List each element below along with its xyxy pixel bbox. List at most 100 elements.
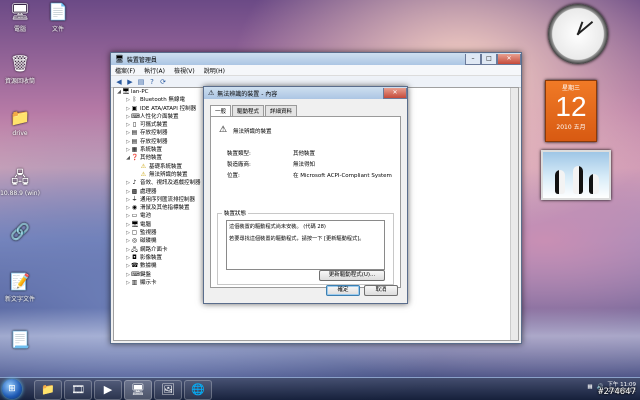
desktop-icon[interactable]: 📄 文件 [38,2,78,33]
tab-details[interactable]: 詳細資料 [265,105,298,116]
back-icon[interactable]: ◀ [115,78,123,86]
calendar-gadget[interactable]: 星期三 12 2010 五月 [545,80,597,142]
desktop-icon-label: 文件 [51,26,64,33]
bluetooth-icon: ᛒ [132,96,137,104]
cancel-button[interactable]: 取消 [364,285,398,296]
device-manager-titlebar[interactable]: 🖥 裝置管理員 – □ ✕ [111,53,521,65]
windows-logo-icon: ⊞ [8,384,16,394]
tab-general[interactable]: 一般 [210,105,232,116]
device-status-group: 裝置狀態 這個裝置的驅動程式尚未安裝。 (代碼 28) 若要尋找這個裝置的驅動程… [217,209,394,285]
tree-node-label: 處理器 [140,188,157,195]
properties-icon[interactable]: ▤ [137,78,145,86]
media-player-icon[interactable]: ▶ [94,380,122,400]
desktop-icon[interactable]: 🖧 10.88.9 (win) [0,168,40,197]
device-status-text[interactable]: 這個裝置的驅動程式尚未安裝。 (代碼 28) 若要尋找這個裝置的驅動程式，請按一… [226,220,385,270]
network-icon: 🖧 [11,168,29,187]
tree-node-label: Bluetooth 無線電 [140,97,185,104]
camera-icon: ◘ [132,253,137,261]
update-driver-button[interactable]: 更新驅動程式(U)... [319,270,385,281]
warning-device-icon: ⚠ [208,89,215,97]
network-icon: 🖧 [131,245,138,253]
clock-gadget[interactable] [548,4,608,64]
tree-node-label: 通用序列匯流排控制器 [140,196,196,203]
photo-icon[interactable]: 🖼 [154,380,182,400]
calendar-year-month: 2010 五月 [556,124,586,131]
computer-icon: 🖥 [131,220,139,228]
help-icon[interactable]: ? [148,78,156,86]
tree-node-label: 系統裝置 [140,147,163,154]
tree-node-label: 數據機 [140,263,157,270]
tree-node-label: 無法辨識的裝置 [149,171,188,178]
manufacturer-label: 製造廠商: [227,162,251,168]
desktop-icon-label: 電腦 [13,26,26,33]
properties-title: 無法辨識的裝置 - 內容 [217,90,278,98]
close-button[interactable]: ✕ [497,53,521,65]
computer-icon: 🖥 [9,2,31,21]
storage-icon: ▤ [131,137,138,145]
desktop-icon[interactable]: 📃 [0,330,40,352]
menu-item[interactable]: 檔案(F) [115,66,135,75]
document-icon: 📄 [48,2,68,21]
tree-node-label: 顯示卡 [140,279,157,286]
windows-explorer-icon[interactable]: 📁 [34,380,62,400]
menu-item[interactable]: 執行(A) [144,66,165,75]
image-watermark: #274647 [598,387,636,397]
scan-icon[interactable]: ⟳ [159,78,167,86]
device-manager-taskbar-icon[interactable]: 🖥 [124,380,152,400]
tree-node-label: 磁碟機 [140,238,157,245]
dialog-close-button[interactable]: ✕ [383,87,407,99]
warning-icon: ⚠ [140,162,147,170]
desktop-icon-label: drive [12,130,28,137]
device-warning-icon: ⚠ [219,125,228,135]
network-tray-icon[interactable]: ▦ [587,384,592,390]
folder-icon: 📁 [10,108,30,127]
penguin-image [555,170,565,194]
desktop-icon[interactable]: 📝 新文字文件 [0,272,40,303]
tree-node-label: 鍵盤 [140,271,152,278]
penguin-image [589,174,599,194]
disk-icon: ◎ [131,237,138,245]
slideshow-gadget[interactable] [541,150,611,200]
tab-driver[interactable]: 驅動程式 [232,105,265,116]
tree-node-label: 滑鼠及其他指標裝置 [140,205,190,212]
start-button[interactable]: ⊞ [2,379,22,399]
device-status-legend: 裝置狀態 [222,209,249,217]
tree-node-label: 存放控制器 [140,138,168,145]
desktop-icon[interactable]: 📁 drive [0,108,40,137]
properties-dialog[interactable]: ⚠ 無法辨識的裝置 - 內容 ✕ 一般 驅動程式 詳細資料 ⚠ 無法辨識的裝置 … [203,86,408,304]
menu-item[interactable]: 檢視(V) [174,66,195,75]
media-center-icon[interactable]: 🎞 [64,380,92,400]
display-icon: ▥ [131,278,138,286]
device-name: 無法辨識的裝置 [233,129,272,135]
tree-scrollbar[interactable] [510,88,518,340]
device-type-label: 裝置類型: [227,151,251,157]
mouse-icon: ◉ [131,204,138,212]
menu-item[interactable]: 說明(H) [204,66,225,75]
maximize-button[interactable]: □ [481,53,497,65]
monitor-icon: ▢ [131,229,138,237]
other-icon: ❓ [131,154,139,162]
device-type-value: 其他裝置 [293,151,316,157]
desktop-icon-label: 新文字文件 [4,296,35,303]
hid-icon: ⌨ [131,112,140,120]
properties-tabs: 一般 驅動程式 詳細資料 [210,105,401,116]
desktop-icon-label: 資源回收筒 [4,78,35,85]
desktop-icon[interactable]: 🗑 資源回收筒 [0,54,40,85]
status-line-1: 這個裝置的驅動程式尚未安裝。 (代碼 28) [229,224,326,230]
minimize-button[interactable]: – [465,53,481,65]
desktop-icon[interactable]: 🔗 [0,222,40,244]
location-label: 位置: [227,173,240,179]
tree-node-label: 可攜式裝置 [140,122,168,129]
ok-button[interactable]: 確定 [326,285,360,296]
tree-node-label: 電池 [140,213,152,220]
tree-node-label: 其他裝置 [140,155,163,162]
storage-icon: ▤ [131,129,138,137]
taskbar: ⊞ 📁 🎞 ▶ 🖥 🖼 🌐 ▦ 🔊 下午 11:09 2010/5/12 [0,377,640,400]
penguin-image [573,166,583,194]
desktop-icon[interactable]: 🖥 電腦 [0,2,40,33]
internet-icon[interactable]: 🌐 [184,380,212,400]
recycle-bin-icon: 🗑 [9,54,31,73]
portable-icon: ▯ [132,121,137,129]
forward-icon[interactable]: ▶ [126,78,134,86]
properties-titlebar[interactable]: ⚠ 無法辨識的裝置 - 內容 ✕ [204,87,407,99]
